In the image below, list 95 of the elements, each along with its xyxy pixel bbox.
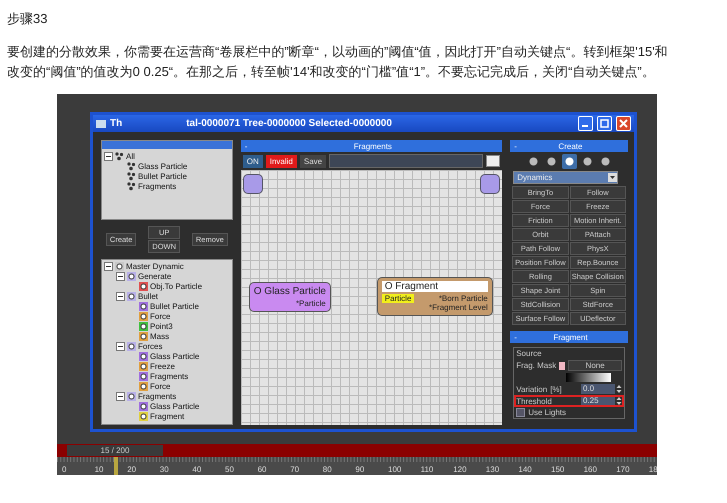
field-label: Threshold (516, 396, 552, 406)
collapse-icon[interactable] (116, 342, 125, 350)
color-swatch[interactable] (559, 362, 566, 370)
particle-cluster-icon (127, 162, 136, 170)
timeline-ruler[interactable]: 0 10 20 30 40 50 60 70 80 90 100 110 120 130 140 150 160 170 18 (57, 457, 657, 475)
on-button[interactable]: ON (242, 154, 263, 168)
tree-item[interactable]: Fragment (150, 412, 184, 420)
node-output: *Particle (296, 299, 326, 308)
close-icon[interactable] (616, 116, 631, 131)
collapse-toggle[interactable]: - (244, 142, 248, 150)
tree-item[interactable]: All (126, 152, 135, 160)
collapse-icon[interactable] (116, 272, 125, 280)
tree-item[interactable]: Mass (150, 332, 170, 340)
value-field[interactable]: 0.0 (580, 384, 615, 394)
particle-cluster-icon (127, 182, 136, 190)
collapse-icon[interactable] (104, 262, 113, 270)
status-badge: Invalid (266, 154, 297, 168)
particle-cluster-icon (115, 152, 124, 160)
panel-title: Fragment (552, 332, 589, 342)
tick-label: 20 (127, 465, 136, 474)
output-node[interactable] (480, 174, 500, 194)
tree-item[interactable]: Glass Particle (150, 402, 200, 410)
input-node[interactable] (242, 174, 263, 194)
collapse-icon[interactable] (104, 152, 113, 160)
group-label: Source (516, 349, 543, 358)
instruction-paragraph: 要创建的分散效果，你需要在运营商“卷展栏中的”断章“，以动画的”阈值“值，因此打开”自动关键点“。转到框架'15'和改变的“阈值”的值改为0 0.25“。在那之后，转至帧'14'和改变的“门槛”值“1”。不要忘记完成后，关闭“自动关键点”。 (7, 43, 669, 81)
panel-title: Create (557, 142, 584, 150)
tree-item[interactable]: Fragments (138, 392, 176, 400)
field-label: Variation (516, 384, 548, 394)
tick-label: 150 (551, 465, 564, 474)
tree-item[interactable]: Glass Particle (138, 162, 188, 170)
window-title: Th (110, 118, 122, 129)
checkbox-label: Use Lights (528, 408, 566, 417)
step-heading: 步骤33 (7, 10, 48, 28)
tick-label: 120 (453, 465, 467, 474)
name-field[interactable] (329, 154, 484, 168)
tick-label: 90 (355, 465, 364, 474)
node-title: O Glass Particle (254, 286, 326, 297)
window-title: tal-0000071 Tree-0000000 Selected-0000000 (186, 118, 392, 129)
mask-button[interactable]: None (568, 360, 622, 371)
tick-label: 10 (94, 465, 104, 474)
particle-cluster-icon (127, 172, 136, 180)
node-output: *Born Particle (438, 294, 488, 303)
tick-label: 110 (420, 465, 434, 474)
panel-title: Fragments (352, 142, 393, 150)
dropdown-arrow-icon (608, 173, 617, 182)
operator-node[interactable]: O Glass Particle *Particle (248, 282, 331, 312)
operator-node[interactable]: O Fragment Particle *Born Particle *Fragment Level (376, 277, 493, 316)
tree-item[interactable]: Fragments (138, 182, 176, 190)
tree-item[interactable]: Force (150, 382, 170, 390)
category-dropdown[interactable]: Dynamics (513, 171, 618, 184)
tree-item[interactable]: Force (150, 312, 170, 320)
tree-item[interactable]: Bullet Particle (150, 302, 199, 310)
gradient-bar (566, 373, 612, 382)
tree-item[interactable]: Glass Particle (150, 352, 200, 360)
tree-item[interactable]: Point3 (150, 322, 173, 330)
node-output: *Fragment Level (429, 303, 488, 312)
collapse-icon[interactable] (116, 292, 125, 300)
field-label: Frag. Mask (516, 361, 556, 370)
minimize-icon[interactable] (578, 116, 593, 131)
tree-item[interactable]: Fragments (150, 372, 188, 380)
tick-label: 100 (388, 465, 402, 474)
checkbox[interactable] (516, 408, 526, 417)
node-tag: Particle (382, 294, 414, 303)
collapse-toggle[interactable]: - (514, 332, 517, 342)
tick-label: 130 (486, 465, 500, 474)
tick-label: 50 (225, 465, 234, 474)
save-button[interactable]: Save (300, 154, 326, 168)
node-title: O Fragment (382, 281, 488, 292)
toggle-icon[interactable] (486, 155, 500, 167)
tree-item[interactable]: Forces (138, 342, 162, 350)
maximize-icon[interactable] (597, 116, 612, 131)
tree-item[interactable]: Freeze (150, 362, 175, 370)
tick-label: 160 (584, 465, 597, 474)
collapse-toggle[interactable]: - (514, 142, 517, 150)
window-icon (96, 120, 106, 128)
tree-item[interactable]: Master Dynamic (126, 262, 184, 270)
tick-label: 18 (648, 465, 657, 474)
tree-item[interactable]: Bullet Particle (138, 172, 187, 180)
unit-label: [%] (550, 384, 562, 394)
collapse-icon[interactable] (116, 392, 125, 400)
tick-label: 80 (322, 465, 332, 474)
tree-item[interactable]: Obj.To Particle (150, 282, 202, 290)
frame-counter[interactable]: 15 / 200 (67, 445, 163, 456)
time-slider-thumb[interactable] (114, 457, 118, 475)
tick-label: 0 (62, 465, 66, 474)
tick-label: 140 (518, 465, 532, 474)
tick-label: 30 (160, 465, 169, 474)
tree-item[interactable]: Bullet (138, 292, 158, 300)
tick-label: 60 (258, 465, 266, 474)
tick-label: 70 (290, 465, 300, 474)
tree-item[interactable]: Generate (138, 272, 172, 280)
tick-label: 170 (616, 465, 630, 474)
tick-label: 40 (192, 465, 202, 474)
tool-icon[interactable] (562, 154, 577, 169)
